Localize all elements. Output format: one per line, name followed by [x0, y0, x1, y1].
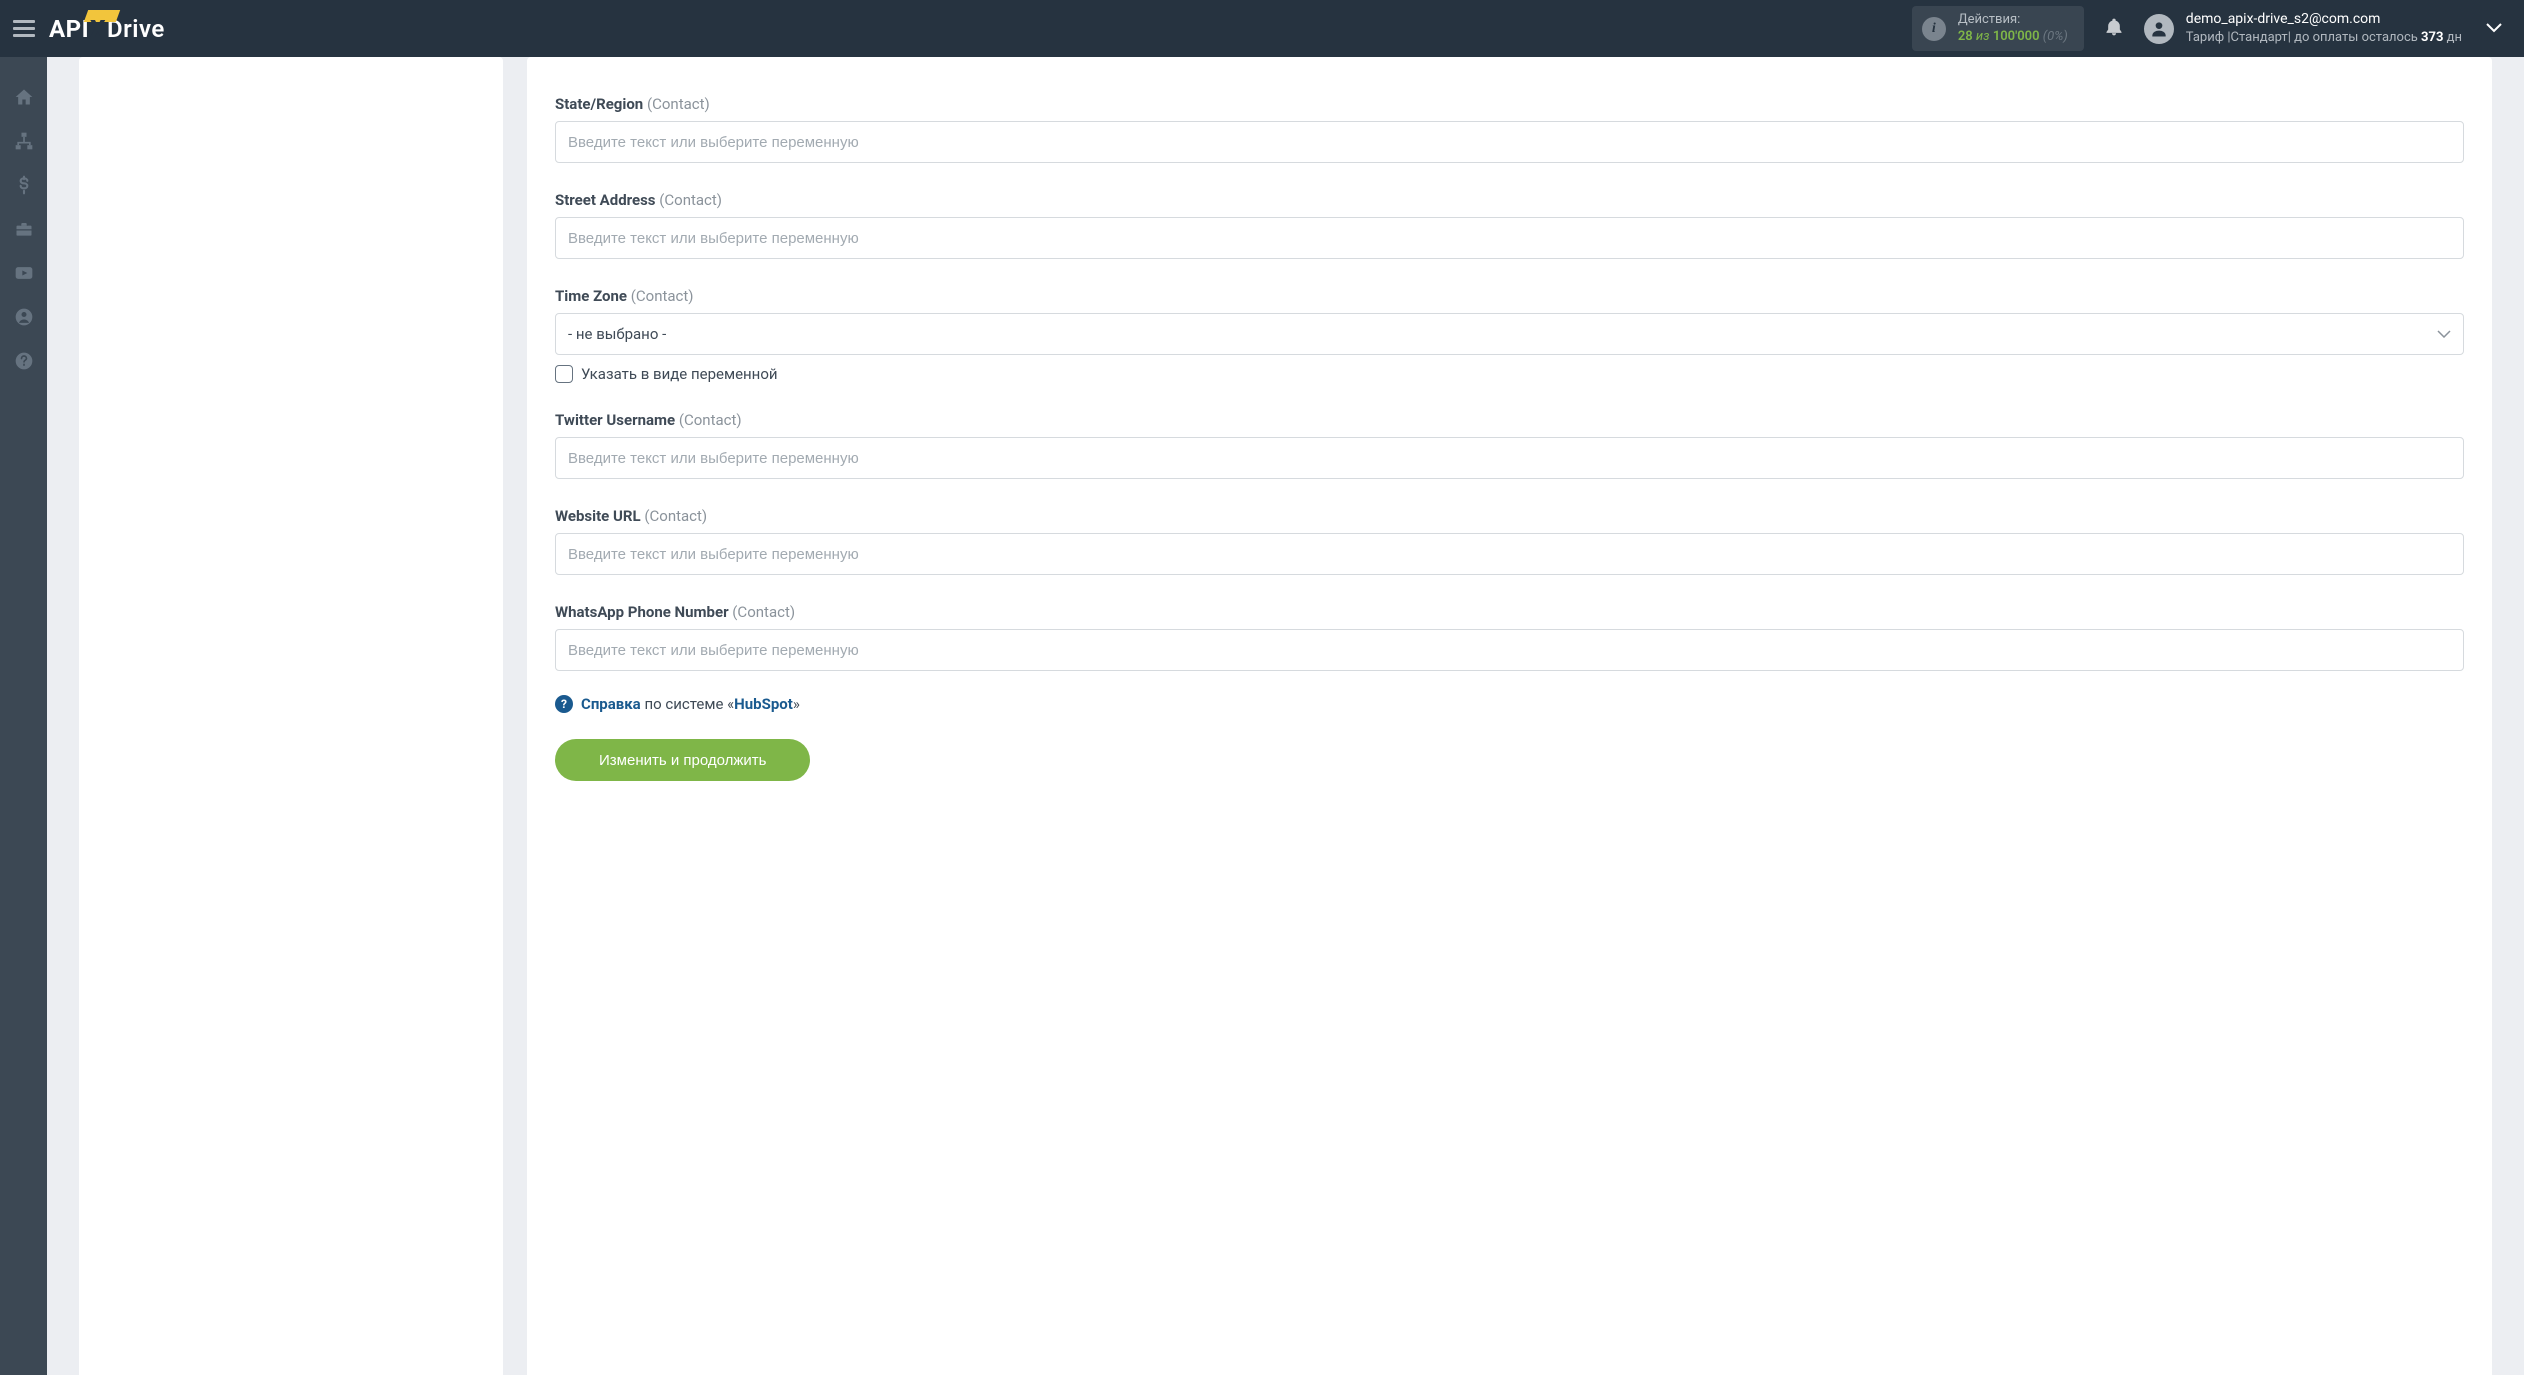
youtube-icon	[14, 263, 34, 283]
actions-pct: (0%)	[2043, 29, 2068, 44]
input-street-address[interactable]	[555, 217, 2464, 259]
sidebar-item-youtube[interactable]	[0, 251, 47, 295]
menu-toggle[interactable]	[0, 0, 47, 57]
left-panel	[79, 57, 503, 1375]
user-dropdown-toggle[interactable]	[2476, 11, 2512, 47]
actions-count: 28	[1958, 29, 1973, 44]
help-icon	[14, 351, 34, 371]
briefcase-icon	[14, 219, 34, 239]
select-time-zone[interactable]: - не выбрано -	[555, 313, 2464, 355]
actions-counter[interactable]: i Действия: 28 из 100'000 (0%)	[1912, 6, 2084, 52]
dollar-icon	[14, 175, 34, 195]
sidebar-item-help[interactable]	[0, 339, 47, 383]
select-time-zone-value: - не выбрано -	[568, 325, 666, 343]
user-tariff: Тариф |Стандарт| до оплаты осталось 373 …	[2186, 29, 2462, 47]
help-link-row: ? Справка по системе «HubSpot»	[555, 695, 2464, 713]
help-hubspot[interactable]: HubSpot	[734, 695, 793, 713]
sidebar-item-account[interactable]	[0, 295, 47, 339]
info-icon: i	[1922, 17, 1946, 41]
label-whatsapp-phone: WhatsApp Phone Number (Contact)	[555, 603, 2464, 621]
question-icon: ?	[555, 695, 573, 713]
label-time-zone: Time Zone (Contact)	[555, 287, 2464, 305]
bell-icon	[2104, 17, 2124, 37]
help-link[interactable]: Справка	[581, 695, 641, 713]
logo-x: X	[90, 15, 106, 43]
checkbox-label: Указать в виде переменной	[581, 365, 778, 383]
actions-total: 100'000	[1993, 29, 2040, 44]
chevron-down-icon	[2437, 330, 2451, 338]
user-menu[interactable]: demo_apix-drive_s2@com.com Тариф |Станда…	[2144, 10, 2462, 46]
logo-api: API	[49, 15, 89, 43]
user-icon	[2149, 19, 2169, 39]
sidebar-item-home[interactable]	[0, 75, 47, 119]
account-icon	[14, 307, 34, 327]
input-whatsapp-phone[interactable]	[555, 629, 2464, 671]
logo[interactable]: APIXDrive	[49, 15, 165, 43]
label-twitter-username: Twitter Username (Contact)	[555, 411, 2464, 429]
avatar	[2144, 14, 2174, 44]
user-email: demo_apix-drive_s2@com.com	[2186, 10, 2462, 29]
actions-label: Действия:	[1958, 12, 2068, 29]
main-panel: State/Region (Contact) Street Address (C…	[527, 57, 2492, 1375]
input-twitter-username[interactable]	[555, 437, 2464, 479]
label-street-address: Street Address (Contact)	[555, 191, 2464, 209]
notifications-button[interactable]	[2104, 17, 2124, 41]
sidebar-item-connections[interactable]	[0, 119, 47, 163]
input-website-url[interactable]	[555, 533, 2464, 575]
label-website-url: Website URL (Contact)	[555, 507, 2464, 525]
hamburger-icon	[13, 20, 35, 38]
submit-button[interactable]: Изменить и продолжить	[555, 739, 810, 781]
checkbox-box	[555, 365, 573, 383]
top-header: APIXDrive i Действия: 28 из 100'000 (0%)…	[0, 0, 2524, 57]
sidebar-item-billing[interactable]	[0, 163, 47, 207]
actions-iz: из	[1976, 29, 1990, 44]
checkbox-time-zone-variable[interactable]: Указать в виде переменной	[555, 365, 2464, 383]
sidebar-item-briefcase[interactable]	[0, 207, 47, 251]
chevron-down-icon	[2486, 23, 2502, 33]
label-state-region: State/Region (Contact)	[555, 95, 2464, 113]
input-state-region[interactable]	[555, 121, 2464, 163]
home-icon	[14, 87, 34, 107]
sitemap-icon	[14, 131, 34, 151]
sidebar	[0, 57, 47, 1375]
